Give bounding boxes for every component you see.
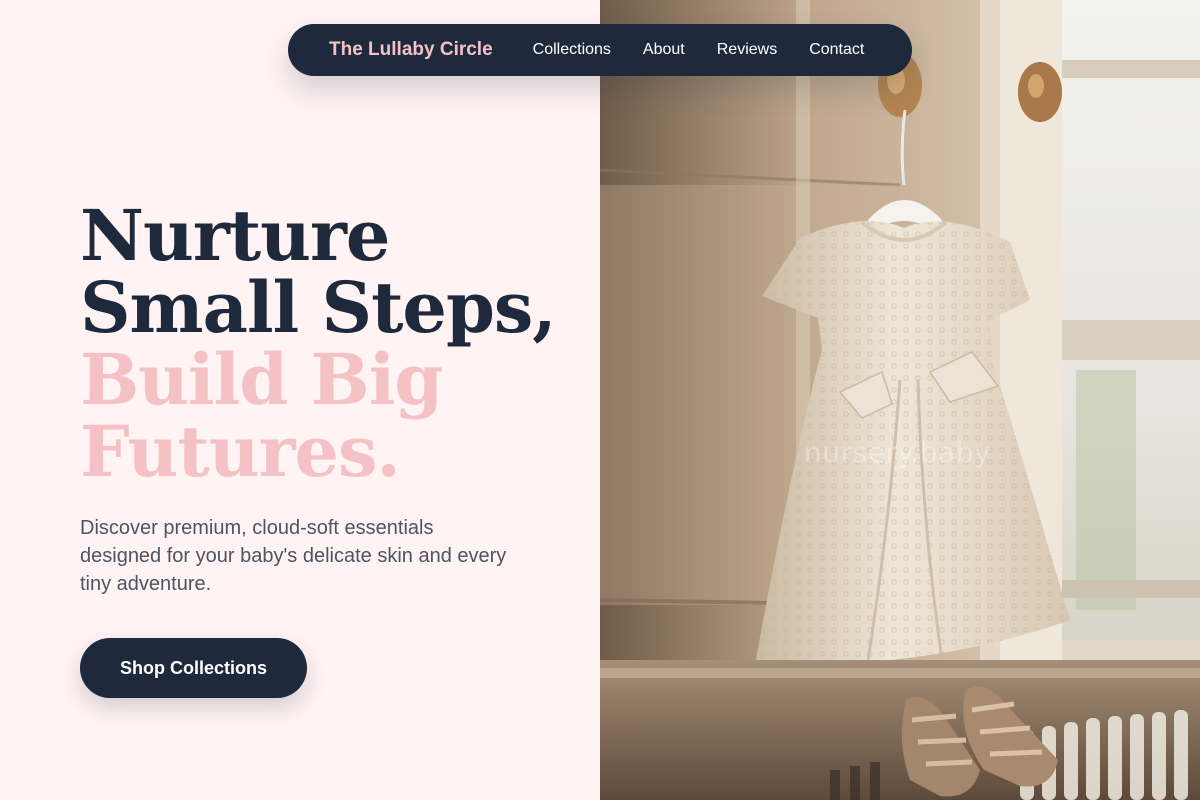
dress-photo-illustration [600, 0, 1200, 800]
nav-link-reviews[interactable]: Reviews [717, 41, 777, 59]
nav-link-about[interactable]: About [643, 41, 685, 59]
shop-collections-button[interactable]: Shop Collections [80, 638, 307, 698]
nav-link-contact[interactable]: Contact [809, 41, 864, 59]
hero-photo: nursery.baby [600, 0, 1200, 800]
hero-subtitle: Discover premium, cloud-soft essentials … [80, 517, 507, 595]
heading-line-3: Build Big [80, 338, 443, 421]
heading-line-1: Nurture [80, 194, 390, 277]
nav-links: Collections About Reviews Contact [533, 41, 865, 59]
hero-heading: Nurture Small Steps, Build Big Futures. [80, 194, 557, 493]
top-navbar: The Lullaby Circle Collections About Rev… [288, 24, 912, 76]
hero-content: Nurture Small Steps, Build Big Futures. … [0, 0, 600, 800]
image-watermark: nursery.baby [804, 436, 992, 469]
heading-line-4: Futures. [80, 410, 401, 493]
nav-link-collections[interactable]: Collections [533, 41, 611, 59]
heading-line-2: Small Steps, [80, 266, 557, 349]
brand-logo[interactable]: The Lullaby Circle [329, 39, 493, 61]
